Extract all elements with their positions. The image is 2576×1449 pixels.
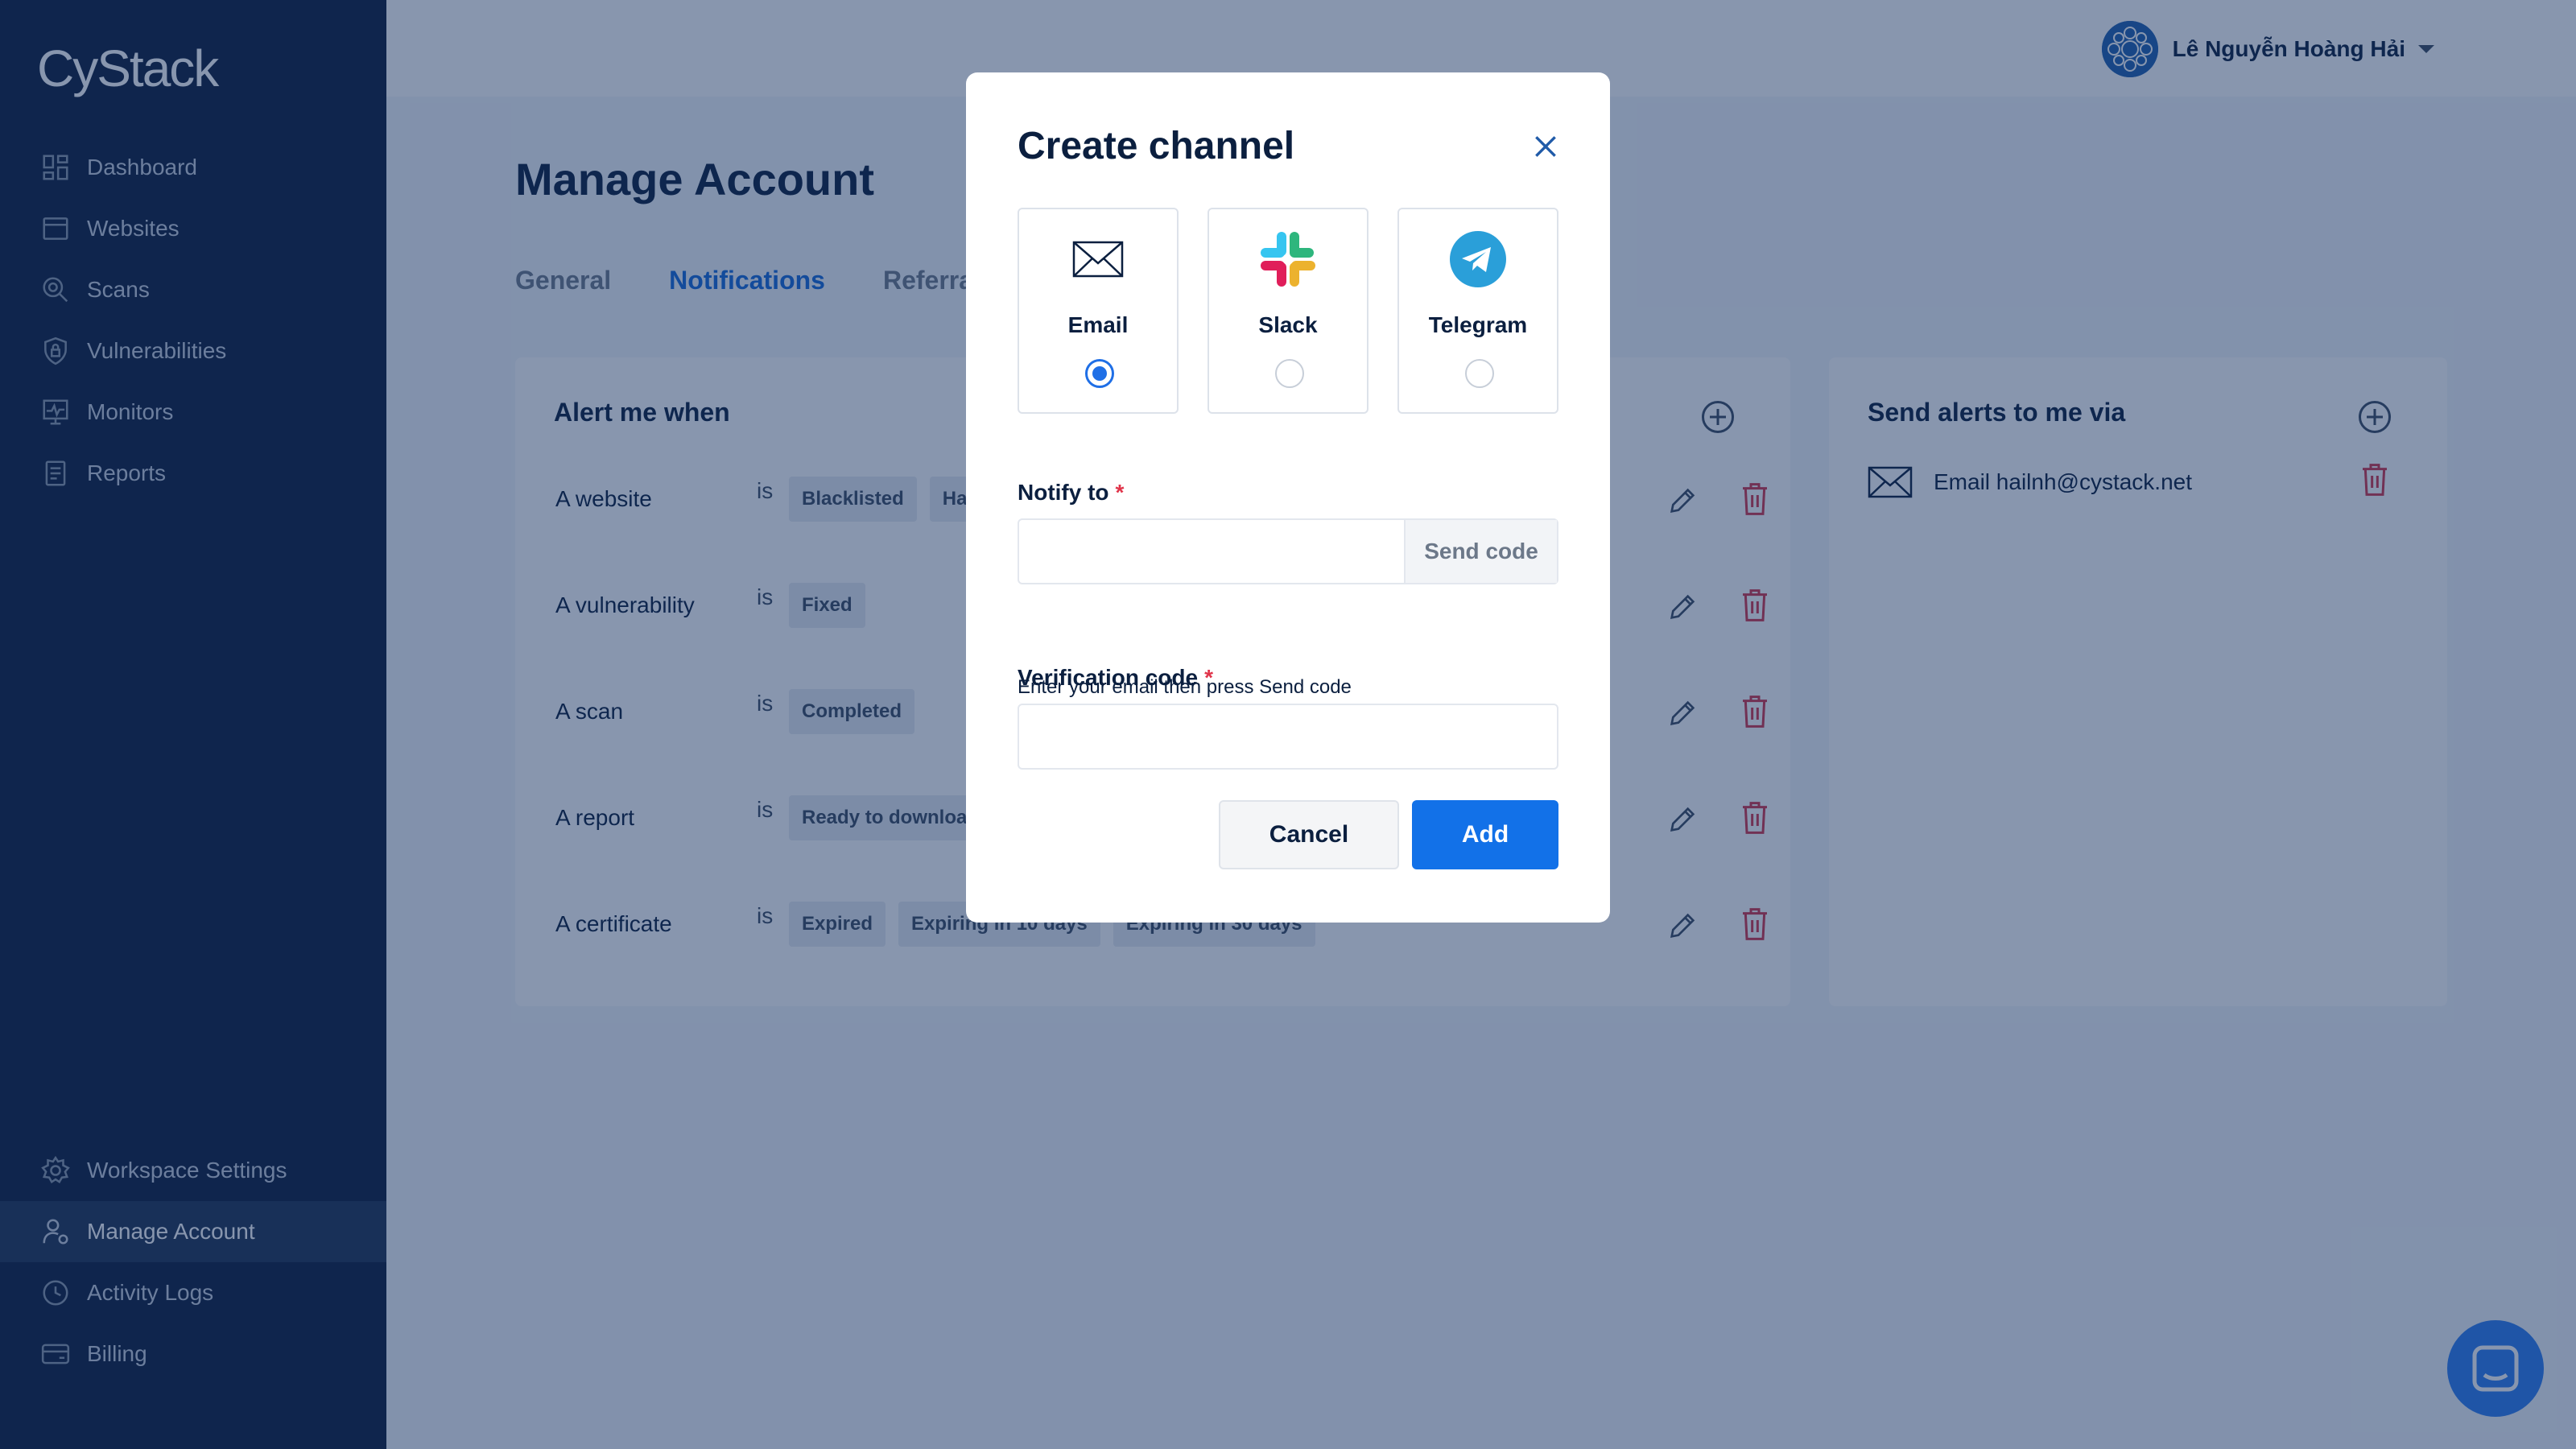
channel-option-email[interactable]: Email bbox=[1018, 208, 1179, 414]
option-label: Email bbox=[1067, 312, 1129, 337]
verification-code-input[interactable] bbox=[1019, 705, 1558, 768]
channel-options: Email Slack Telegram bbox=[1018, 208, 1558, 414]
channel-option-slack[interactable]: Slack bbox=[1208, 208, 1368, 414]
option-label: Telegram bbox=[1428, 312, 1528, 337]
modal-title: Create channel bbox=[1018, 125, 1295, 167]
verification-label-text: Verification code bbox=[1018, 665, 1199, 690]
notify-to-input[interactable] bbox=[1019, 520, 1406, 583]
create-channel-modal: Create channel Email Slack Telegram Noti… bbox=[966, 72, 1610, 923]
telegram-radio[interactable] bbox=[1465, 359, 1494, 388]
required-mark: * bbox=[1115, 480, 1125, 505]
slack-icon bbox=[1257, 229, 1319, 290]
option-label: Slack bbox=[1258, 312, 1318, 337]
verification-code-field bbox=[1018, 704, 1558, 770]
channel-option-telegram[interactable]: Telegram bbox=[1397, 208, 1558, 414]
mail-icon bbox=[1067, 229, 1129, 290]
required-mark: * bbox=[1204, 665, 1213, 690]
close-icon[interactable] bbox=[1530, 130, 1562, 163]
notify-to-label: Notify to * bbox=[1018, 480, 1124, 506]
cancel-button[interactable]: Cancel bbox=[1219, 800, 1399, 869]
email-radio[interactable] bbox=[1085, 359, 1114, 388]
notify-to-field: Send code bbox=[1018, 518, 1558, 584]
send-code-button[interactable]: Send code bbox=[1404, 520, 1557, 583]
verification-code-label: Verification code * bbox=[1018, 665, 1213, 691]
add-button[interactable]: Add bbox=[1412, 800, 1558, 869]
telegram-icon bbox=[1447, 229, 1509, 290]
slack-radio[interactable] bbox=[1275, 359, 1304, 388]
notify-to-label-text: Notify to bbox=[1018, 480, 1109, 505]
